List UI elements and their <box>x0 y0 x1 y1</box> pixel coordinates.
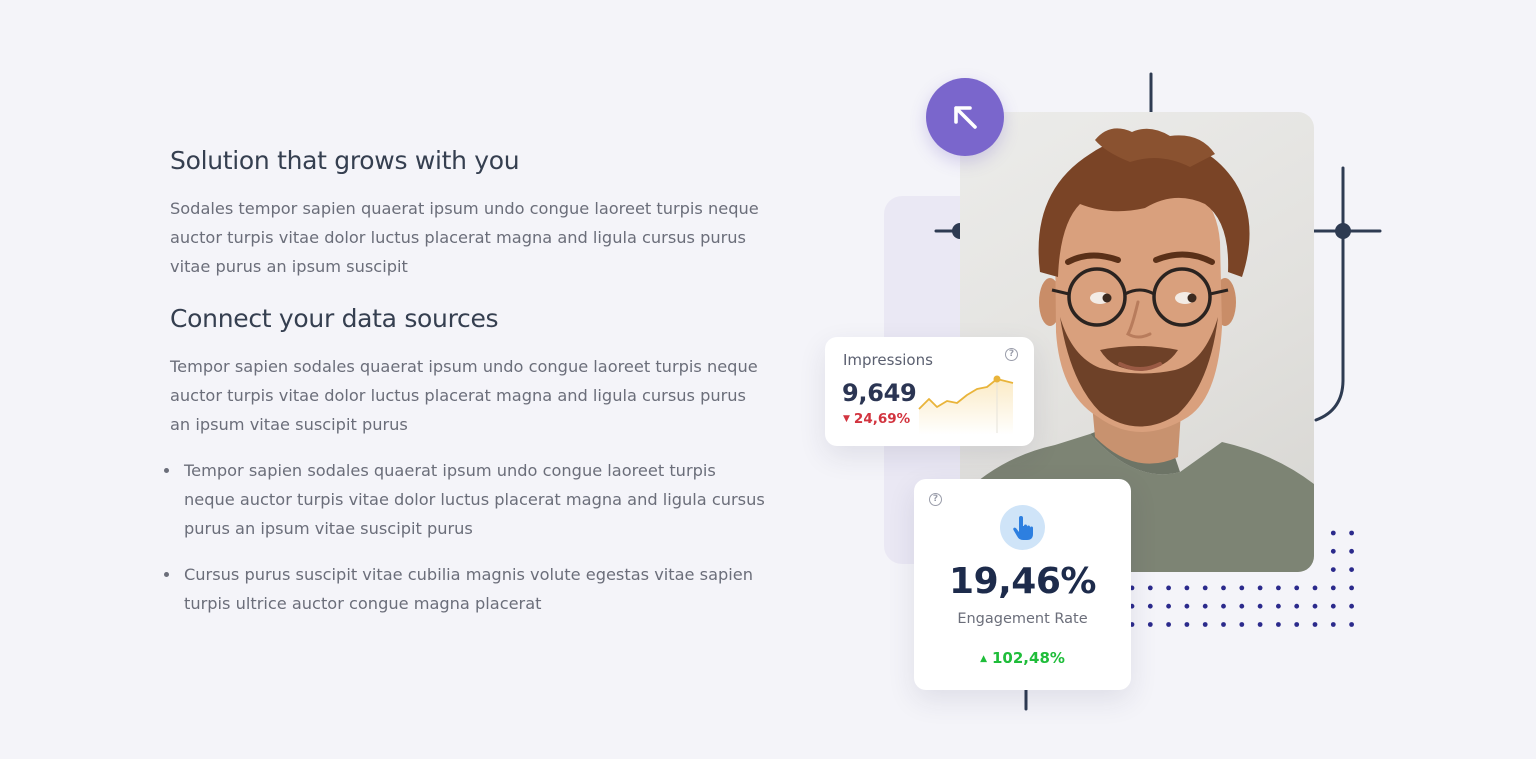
impressions-value: 9,649 <box>842 379 917 407</box>
hero-visual: Impressions ? 9,649 ▼ 24,69% ? 19,46% En… <box>0 0 1536 759</box>
impressions-change: ▼ 24,69% <box>843 411 910 427</box>
trend-down-icon: ▼ <box>843 414 850 424</box>
impressions-title: Impressions <box>843 351 933 369</box>
arrow-up-left-button[interactable] <box>926 78 1004 156</box>
impressions-sparkline <box>918 375 1014 435</box>
arrow-up-left-icon <box>954 106 977 129</box>
help-icon[interactable]: ? <box>929 493 942 506</box>
engagement-change: ▲ 102,48% <box>914 649 1131 667</box>
help-icon[interactable]: ? <box>1005 348 1018 361</box>
hand-pointer-icon <box>1000 505 1045 550</box>
trend-up-icon: ▲ <box>980 654 987 664</box>
impressions-card: Impressions ? 9,649 ▼ 24,69% <box>825 337 1034 446</box>
page: Solution that grows with you Sodales tem… <box>0 0 1536 759</box>
engagement-value: 19,46% <box>949 561 1096 602</box>
impressions-change-value: 24,69% <box>853 411 911 427</box>
dot-grid-decoration <box>1129 530 1354 627</box>
engagement-card: ? 19,46% Engagement Rate ▲ 102,48% <box>914 479 1131 690</box>
engagement-change-value: 102,48% <box>992 649 1065 667</box>
engagement-label: Engagement Rate <box>957 611 1088 627</box>
